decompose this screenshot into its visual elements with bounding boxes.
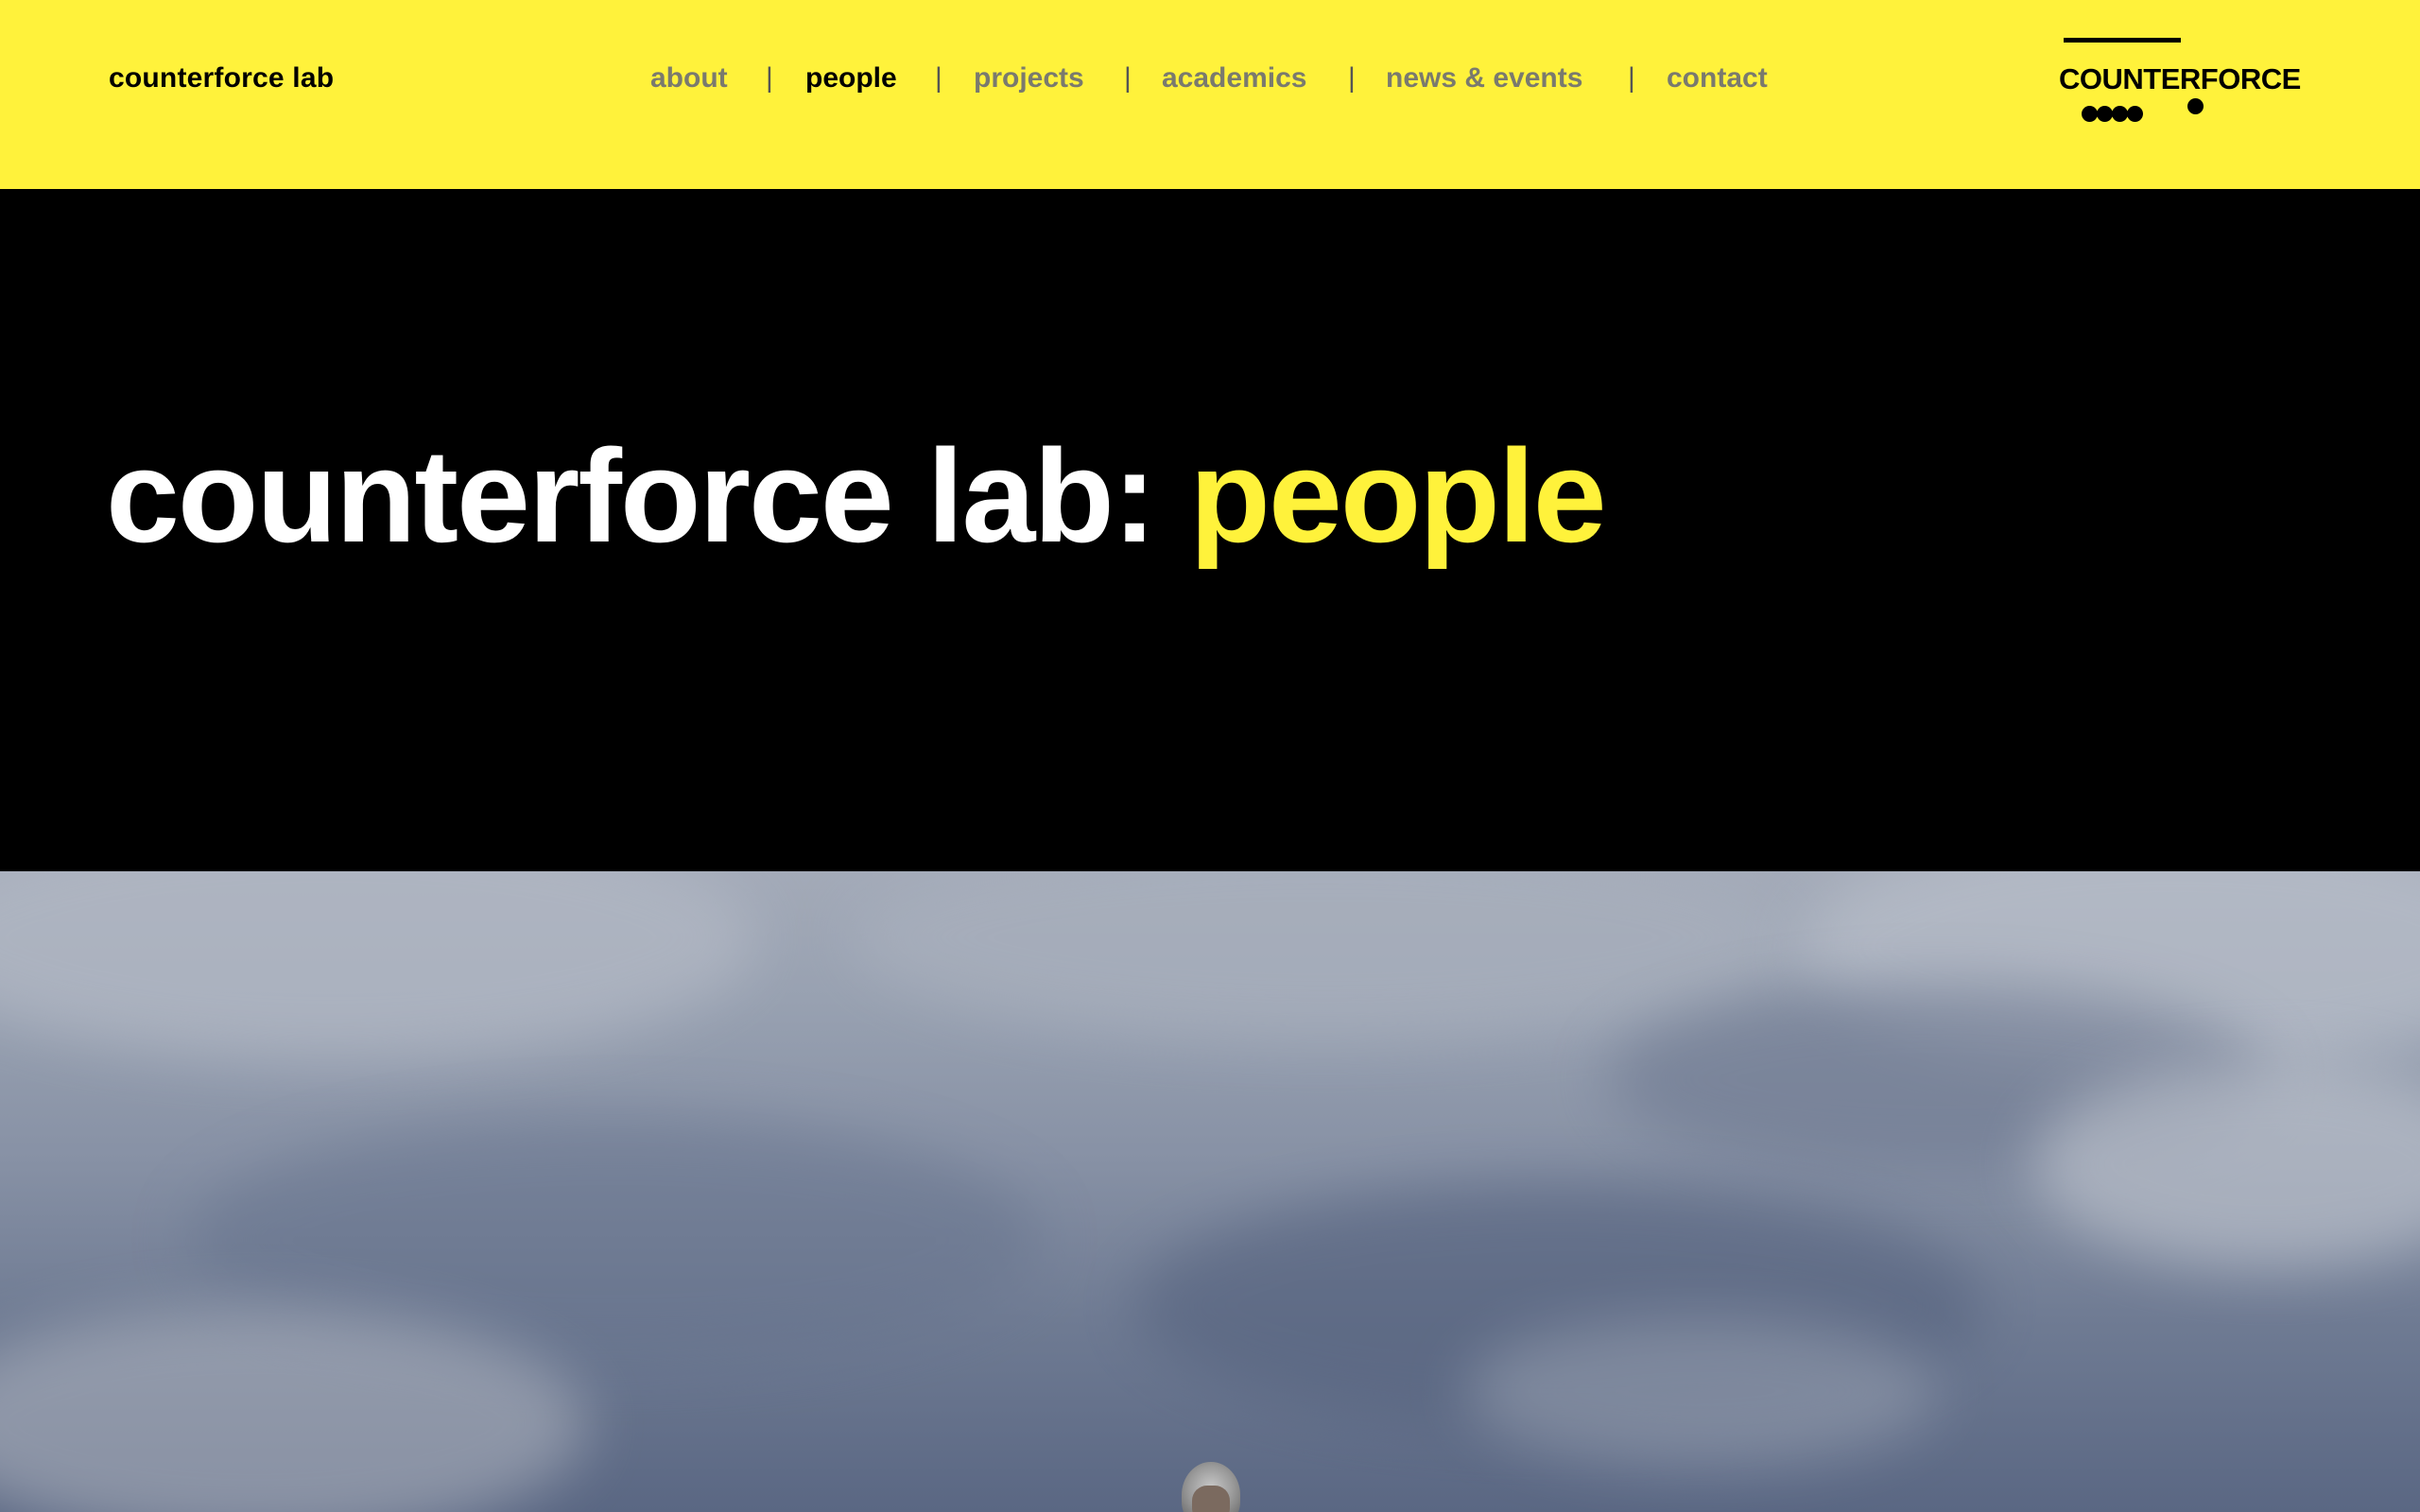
logo-dot-icon xyxy=(2127,106,2143,122)
page-title-highlight: people xyxy=(1189,421,1606,570)
nav-contact[interactable]: contact xyxy=(1667,62,1768,94)
nav-people[interactable]: people xyxy=(805,62,897,94)
logo-dot-icon xyxy=(2082,106,2098,122)
hero-banner: counterforce lab: people xyxy=(0,189,2420,871)
logo-dot-icon xyxy=(2187,98,2204,114)
landscape-photo xyxy=(0,871,2420,1512)
nav-projects[interactable]: projects xyxy=(974,62,1084,94)
logo-dot-icon xyxy=(2097,106,2113,122)
logo-wordmark: COUNTERFORCE xyxy=(2059,62,2301,95)
nav-separator: | xyxy=(1348,62,1356,94)
person-face xyxy=(1192,1486,1230,1512)
page-title-prefix: counterforce lab: xyxy=(106,421,1157,570)
nav-academics[interactable]: academics xyxy=(1162,62,1306,94)
nav-separator: | xyxy=(1628,62,1635,94)
nav-news-events[interactable]: news & events xyxy=(1386,62,1582,94)
nav-separator: | xyxy=(1124,62,1132,94)
logo-bar xyxy=(2064,38,2181,43)
logo-dot-icon xyxy=(2112,106,2128,122)
nav-separator: | xyxy=(935,62,942,94)
page-title: counterforce lab: people xyxy=(106,430,1607,562)
site-header: counterforce lab about | people | projec… xyxy=(0,0,2420,189)
counterforce-logo[interactable]: COUNTERFORCE xyxy=(2059,36,2301,127)
main-nav: about | people | projects | academics | … xyxy=(0,62,2420,100)
nav-about[interactable]: about xyxy=(650,62,728,94)
nav-separator: | xyxy=(766,62,773,94)
